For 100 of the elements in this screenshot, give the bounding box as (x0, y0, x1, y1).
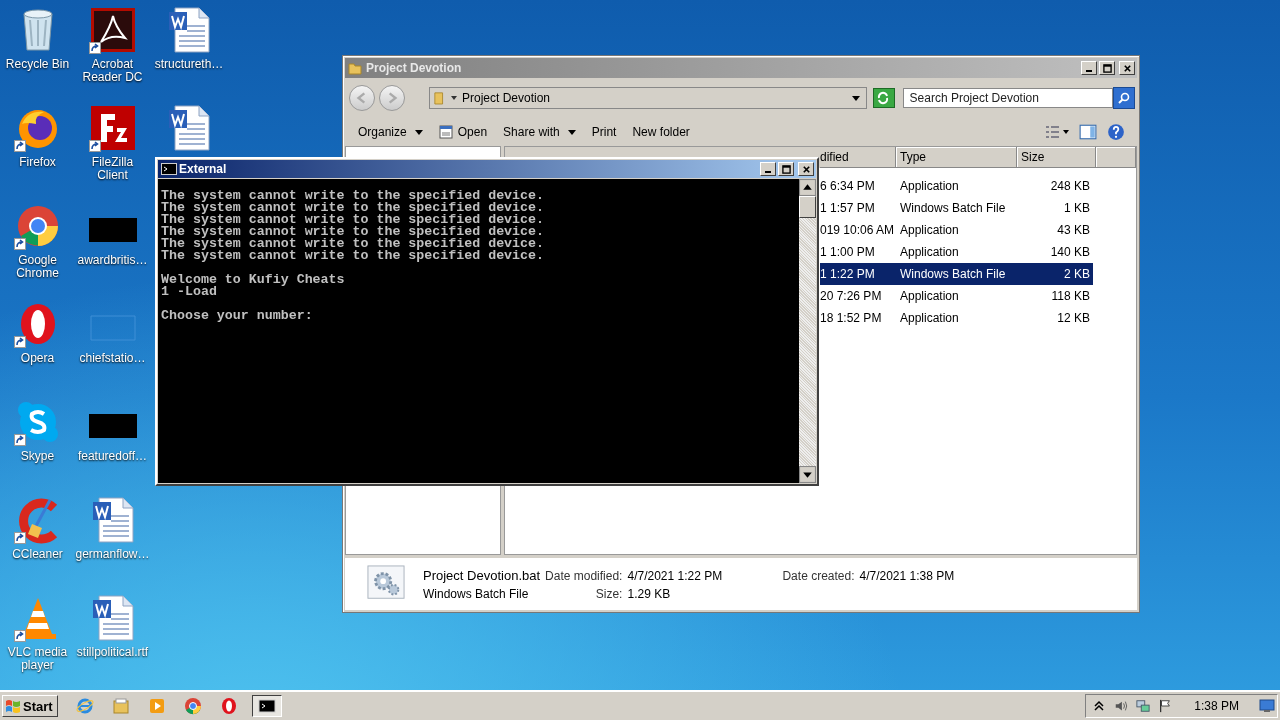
maximize-icon (1102, 63, 1112, 73)
console-line: Choose your number: (161, 310, 314, 322)
file-row[interactable]: 1 1:00 PM Application 140 KB (820, 241, 1093, 263)
table-cell-text: 20 7:26 PM (820, 289, 883, 303)
table-cell-text: Windows Batch File (899, 267, 1007, 281)
browser-circle-icon (183, 697, 202, 715)
file-row[interactable]: 18 1:52 PM Application 12 KB (820, 307, 1093, 329)
app-tile-icon[interactable] (88, 104, 137, 152)
maximize-button[interactable] (1099, 61, 1115, 75)
document-app-icon[interactable] (88, 6, 137, 54)
field-value: 4/7/2021 1:22 PM (627, 568, 724, 583)
scroll-thumb[interactable] (799, 196, 816, 218)
close-icon (1122, 63, 1132, 73)
network-icon[interactable] (1136, 699, 1151, 713)
icon-label[interactable]: Recycle Bin (0, 58, 75, 71)
table-cell-text: Application (899, 179, 960, 193)
refresh-button[interactable] (873, 88, 895, 108)
toolbar-button[interactable]: Open (431, 122, 495, 142)
list-view-icon (1045, 125, 1069, 139)
icon-label[interactable]: Firefox (0, 156, 75, 169)
file-row[interactable]: 6 6:34 PM Application 248 KB (820, 175, 1093, 197)
console-line: The system cannot write to the specified device. (161, 190, 545, 202)
field-label: Date created: (782, 568, 855, 583)
table-cell-text: 1 1:22 PM (820, 267, 876, 281)
field-value: 4/7/2021 1:38 PM (859, 568, 955, 583)
table-cell-text: 2 KB (1063, 267, 1091, 281)
table-cell-text: 1 1:57 PM (820, 201, 876, 215)
window-icon (438, 125, 453, 139)
maximize-icon (781, 164, 791, 174)
search-button[interactable] (1113, 87, 1135, 109)
column-header[interactable] (1096, 147, 1136, 168)
flag-icon[interactable] (1158, 699, 1173, 713)
address-bar[interactable]: Project Devotion (429, 87, 867, 109)
scrollbar[interactable] (799, 179, 816, 483)
toolbar-button[interactable]: Share with (496, 122, 583, 142)
table-cell-text: Windows Batch File (899, 201, 1007, 215)
column-header[interactable]: dified (820, 147, 896, 168)
icon-label[interactable]: Acrobat Reader DC (75, 58, 150, 84)
refresh-icon (876, 91, 890, 105)
icon-label[interactable]: Opera (0, 352, 75, 365)
terminal-icon (161, 163, 177, 175)
table-cell-text: 140 KB (1049, 245, 1091, 259)
column-header[interactable]: Size (1017, 147, 1096, 168)
help-button[interactable] (1107, 123, 1125, 141)
search-icon (1117, 91, 1131, 105)
console-line: Welcome to Kufiy Cheats (161, 274, 346, 286)
taskbar-button[interactable] (251, 695, 282, 717)
column-header[interactable]: Type (896, 147, 1017, 168)
caret-icon (414, 128, 423, 136)
table-cell-text: 12 KB (1056, 311, 1091, 325)
icon-label[interactable]: FileZilla Client (75, 156, 150, 182)
file-row[interactable]: 1 1:57 PM Windows Batch File 1 KB (820, 197, 1093, 219)
toolbar-button[interactable]: Print (584, 122, 624, 142)
table-cell-text: Application (899, 289, 960, 303)
scroll-down-icon[interactable] (799, 466, 816, 483)
table-cell-text: 6 6:34 PM (820, 179, 876, 193)
console-line: The system cannot write to the specified device. (161, 250, 545, 262)
view-options-button[interactable] (1045, 125, 1069, 139)
ring-icon (219, 697, 238, 715)
close-button[interactable] (1119, 61, 1135, 75)
minimize-button[interactable] (760, 162, 776, 176)
icon-label[interactable]: awardbritis… (75, 254, 150, 267)
icon-label[interactable]: Google Chrome (0, 254, 75, 280)
table-cell-text: 248 KB (1049, 179, 1091, 193)
maximize-button[interactable] (778, 162, 794, 176)
speaker-icon[interactable] (1114, 699, 1129, 713)
caret-icon[interactable] (450, 94, 458, 102)
console-line: The system cannot write to the specified device. (161, 238, 545, 250)
table-cell-text: 1 1:00 PM (820, 245, 876, 259)
dropdown-caret-icon[interactable] (852, 94, 860, 102)
clock[interactable]: 1:38 PM (1194, 699, 1239, 713)
terminal-icon (257, 697, 276, 715)
close-icon (801, 164, 811, 174)
minimize-icon (765, 170, 771, 173)
folder-icon (348, 61, 362, 75)
file-row[interactable]: 20 7:26 PM Application 118 KB (820, 285, 1093, 307)
window-title: Project Devotion (366, 61, 463, 75)
window-title: External (179, 162, 228, 176)
preview-pane-button[interactable] (1079, 123, 1097, 141)
file-row[interactable]: 1 1:22 PM Windows Batch File 2 KB (820, 263, 1093, 285)
scroll-up-icon[interactable] (799, 179, 816, 196)
close-button[interactable] (798, 162, 814, 176)
minimize-icon (1086, 69, 1092, 72)
icon-label[interactable]: structureth… (152, 58, 226, 71)
minimize-button[interactable] (1081, 61, 1097, 75)
start-button[interactable]: Start (2, 695, 58, 717)
field-value: 1.29 KB (627, 586, 672, 601)
table-cell-text: 1 KB (1063, 201, 1091, 215)
console-line: The system cannot write to the specified device. (161, 202, 545, 214)
table-cell: 019 10:06 AM (820, 223, 896, 237)
help-icon (1107, 123, 1125, 141)
field-label: Date modified: (545, 568, 623, 583)
media-player-icon (147, 697, 166, 715)
toolbar-button[interactable]: New folder (625, 122, 697, 142)
icon-label[interactable]: chiefstatio… (75, 352, 150, 365)
file-row[interactable]: 019 10:06 AM Application 43 KB (820, 219, 1093, 241)
show-desktop-button[interactable] (1259, 699, 1275, 713)
monitor-icon (1259, 699, 1275, 713)
search-field[interactable]: Search Project Devotion (902, 88, 1113, 108)
toolbar-button[interactable]: Organize (351, 122, 430, 142)
